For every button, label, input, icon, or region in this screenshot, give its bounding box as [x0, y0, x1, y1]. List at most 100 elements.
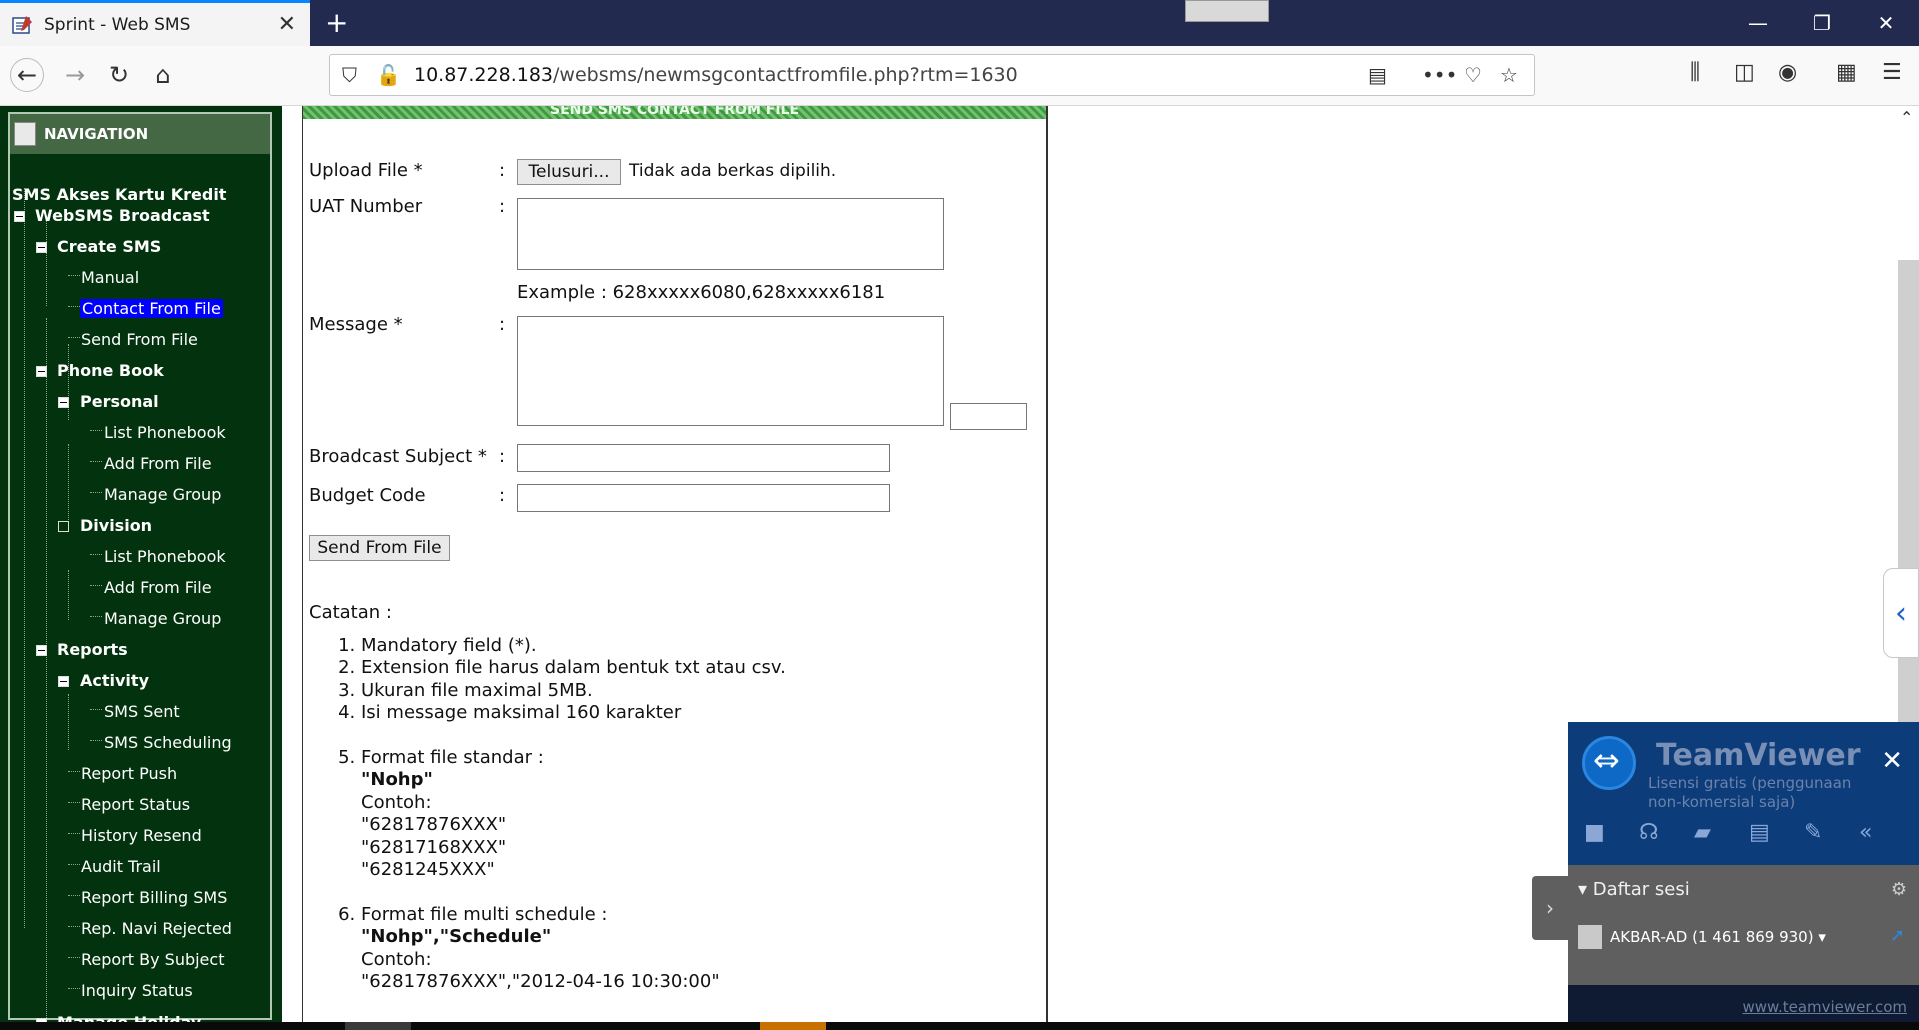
message-textarea[interactable]	[517, 316, 944, 426]
sidebar-item-division[interactable]: Division	[80, 516, 152, 535]
format-standard-row: "62817168XXX"	[361, 836, 507, 858]
browser-tab[interactable]: Sprint - Web SMS ✕	[0, 0, 310, 46]
uat-number-label: UAT Number	[309, 196, 423, 217]
uat-number-textarea[interactable]	[517, 198, 944, 270]
format-standard-row: "6281245XXX"	[361, 859, 495, 880]
tools-icon[interactable]: ✎	[1804, 820, 1852, 845]
sidebar-item-report-by-subject[interactable]: Report By Subject	[81, 950, 224, 969]
teamviewer-close-icon[interactable]: ✕	[1881, 746, 1903, 776]
note-item: Isi message maksimal 160 karakter	[361, 702, 786, 725]
collapse-toolbar-icon[interactable]: «	[1859, 820, 1907, 845]
sidebar-item-personal-add-from-file[interactable]: Add From File	[104, 454, 212, 473]
notes-list: Mandatory field (*). Extension file haru…	[309, 635, 786, 994]
tree-guide	[46, 216, 47, 306]
sidebar-item-create-sms[interactable]: Create SMS	[57, 237, 161, 256]
collapse-icon[interactable]	[14, 211, 25, 222]
sidebar-item-sms-sent[interactable]: SMS Sent	[104, 702, 180, 721]
collapse-icon[interactable]	[36, 366, 47, 377]
more-actions-icon[interactable]: •••	[1422, 63, 1457, 87]
headset-icon[interactable]: ☊	[1639, 820, 1687, 845]
sidebar-item-send-from-file[interactable]: Send From File	[81, 330, 198, 349]
restore-icon[interactable]: ❐	[1792, 0, 1852, 46]
sidebar-item-contact-from-file[interactable]: Contact From File	[80, 299, 223, 318]
tree-guide	[90, 616, 102, 617]
sidebar-item-rep-navi-rejected[interactable]: Rep. Navi Rejected	[81, 919, 232, 938]
sidebar-toggle-icon[interactable]: ◫	[1734, 60, 1755, 85]
taskbar-item[interactable]	[345, 1022, 411, 1030]
new-tab-button[interactable]: +	[325, 6, 348, 39]
sidebar-item-division-manage-group[interactable]: Manage Group	[104, 609, 221, 628]
collapse-icon[interactable]	[36, 242, 47, 253]
home-icon[interactable]: ⌂	[146, 58, 180, 92]
send-from-file-button[interactable]: Send From File	[309, 535, 450, 561]
url-text[interactable]: 10.87.228.183/websms/newmsgcontactfromfi…	[414, 64, 1018, 86]
gear-icon[interactable]: ⚙	[1891, 879, 1907, 900]
minimize-icon[interactable]: —	[1728, 0, 1788, 46]
sidebar-item-personal-list-phonebook[interactable]: List Phonebook	[104, 423, 226, 442]
collapse-icon[interactable]	[58, 397, 69, 408]
sidebar-item-personal-manage-group[interactable]: Manage Group	[104, 485, 221, 504]
sidebar-item-history-resend[interactable]: History Resend	[81, 826, 202, 845]
close-window-icon[interactable]: ✕	[1856, 0, 1916, 46]
shield-icon[interactable]: ⛉	[342, 63, 357, 87]
account-icon[interactable]: ◉	[1778, 60, 1797, 85]
back-icon[interactable]: ←	[10, 58, 44, 92]
sidebar-item-phone-book[interactable]: Phone Book	[57, 361, 164, 380]
forward-icon[interactable]: →	[58, 58, 92, 92]
files-icon[interactable]: ▤	[1749, 820, 1797, 845]
collapse-icon[interactable]	[58, 676, 69, 687]
sidebar-item-personal[interactable]: Personal	[80, 392, 159, 411]
sidebar-item-reports[interactable]: Reports	[57, 640, 128, 659]
snap-toolbar[interactable]	[1185, 0, 1269, 22]
sidebar-item-report-push[interactable]: Report Push	[81, 764, 177, 783]
budget-code-input[interactable]	[517, 484, 890, 512]
chat-icon[interactable]: ▰	[1694, 820, 1742, 845]
teamviewer-name: TeamViewer	[1656, 738, 1861, 773]
sidebar-item-activity[interactable]: Activity	[80, 671, 149, 690]
sidebar-item-division-list-phonebook[interactable]: List Phonebook	[104, 547, 226, 566]
pocket-icon[interactable]: ♡	[1464, 63, 1482, 87]
session-user[interactable]: AKBAR-AD (1 461 869 930) ▾	[1578, 925, 1826, 949]
reader-view-icon[interactable]: ▤	[1368, 63, 1387, 87]
message-label: Message *	[309, 314, 403, 335]
taskbar	[0, 1022, 1919, 1030]
sidebar-item-sms-scheduling[interactable]: SMS Scheduling	[104, 733, 232, 752]
teamviewer-header: TeamViewer Lisensi gratis (penggunaan no…	[1568, 722, 1919, 865]
scroll-up-icon[interactable]: ⌃	[1900, 108, 1913, 127]
teamviewer-collapse-icon[interactable]: ›	[1532, 876, 1568, 940]
sidebar-item-report-billing-sms[interactable]: Report Billing SMS	[81, 888, 227, 907]
menu-icon[interactable]: ☰	[1882, 60, 1902, 85]
teamviewer-sessions: ▾ Daftar sesi ⚙ AKBAR-AD (1 461 869 930)…	[1568, 865, 1919, 985]
broadcast-subject-input[interactable]	[517, 444, 890, 472]
teamviewer-toolbar: ■ ☊ ▰ ▤ ✎ «	[1584, 820, 1907, 845]
library-icon[interactable]: ⫼	[1690, 60, 1700, 85]
sidebar-item-websms-broadcast[interactable]: WebSMS Broadcast	[35, 206, 210, 225]
panel-title: SEND SMS CONTACT FROM FILE	[303, 106, 1046, 119]
pointer-icon[interactable]: ➚	[1890, 925, 1905, 946]
collapse-icon[interactable]	[36, 645, 47, 656]
insecure-lock-icon[interactable]: 🔓	[376, 63, 401, 87]
char-counter-field[interactable]	[950, 403, 1027, 430]
session-list-toggle[interactable]: ▾ Daftar sesi	[1578, 879, 1690, 900]
sidebar-item-report-status[interactable]: Report Status	[81, 795, 190, 814]
form-panel: SEND SMS CONTACT FROM FILE Upload File *…	[302, 106, 1048, 1030]
sidebar-section-title[interactable]: SMS Akses Kartu Kredit	[12, 185, 226, 204]
side-panel-toggle-icon[interactable]: ‹	[1883, 568, 1919, 658]
sidebar-item-audit-trail[interactable]: Audit Trail	[81, 857, 161, 876]
close-tab-icon[interactable]: ✕	[278, 12, 296, 37]
video-icon[interactable]: ■	[1584, 820, 1632, 845]
teamviewer-link[interactable]: www.teamviewer.com	[1743, 998, 1907, 1016]
expand-icon[interactable]	[58, 521, 69, 532]
address-bar[interactable]: ⛉ 🔓 10.87.228.183/websms/newmsgcontactfr…	[329, 54, 1535, 96]
sidebar-item-inquiry-status[interactable]: Inquiry Status	[81, 981, 193, 1000]
bookmark-star-icon[interactable]: ☆	[1500, 63, 1518, 87]
teamviewer-panel: TeamViewer Lisensi gratis (penggunaan no…	[1568, 722, 1919, 1026]
sidebar-item-manual[interactable]: Manual	[81, 268, 139, 287]
taskbar-item[interactable]	[760, 1022, 826, 1030]
reload-icon[interactable]: ↻	[102, 58, 136, 92]
upload-file-label: Upload File *	[309, 160, 423, 181]
sidebar-item-division-add-from-file[interactable]: Add From File	[104, 578, 212, 597]
extensions-icon[interactable]: ▦	[1836, 60, 1857, 85]
browse-file-button[interactable]: Telusuri...	[517, 159, 621, 185]
tree-guide	[68, 694, 69, 750]
